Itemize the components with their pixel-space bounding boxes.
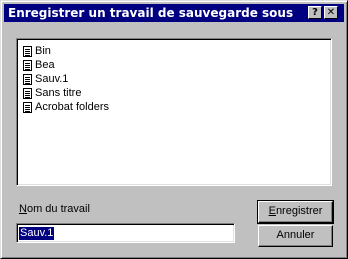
list-item[interactable]: Bin [23, 44, 51, 58]
title-bar[interactable]: Enregistrer un travail de sauvegarde sou… [4, 4, 344, 22]
list-item[interactable]: Acrobat folders [23, 100, 109, 114]
help-button[interactable]: ? [308, 6, 322, 19]
job-name-input[interactable]: Sauv.1 [16, 223, 235, 243]
job-name-label: Nom du travail [19, 203, 90, 215]
close-button[interactable]: ✕ [324, 6, 338, 19]
document-icon [23, 73, 32, 85]
cancel-button[interactable]: Annuler [258, 225, 333, 247]
list-item[interactable]: Sauv.1 [23, 72, 68, 86]
list-item-label: Bin [35, 45, 51, 57]
save-dialog: Enregistrer un travail de sauvegarde sou… [0, 0, 348, 259]
list-item-label: Bea [35, 59, 55, 71]
document-icon [23, 87, 32, 99]
job-name-value: Sauv.1 [19, 227, 55, 240]
list-item[interactable]: Bea [23, 58, 55, 72]
list-item-label: Sauv.1 [35, 73, 69, 85]
file-list[interactable]: Bin Bea Sauv.1 Sans titre Acrobat folder… [16, 38, 332, 186]
list-item-label: Acrobat folders [35, 101, 109, 113]
window-title: Enregistrer un travail de sauvegarde sou… [8, 6, 294, 20]
document-icon [23, 101, 32, 113]
document-icon [23, 45, 32, 57]
list-item[interactable]: Sans titre [23, 86, 81, 100]
document-icon [23, 59, 32, 71]
list-item-label: Sans titre [35, 87, 82, 99]
save-button[interactable]: Enregistrer [257, 200, 334, 224]
